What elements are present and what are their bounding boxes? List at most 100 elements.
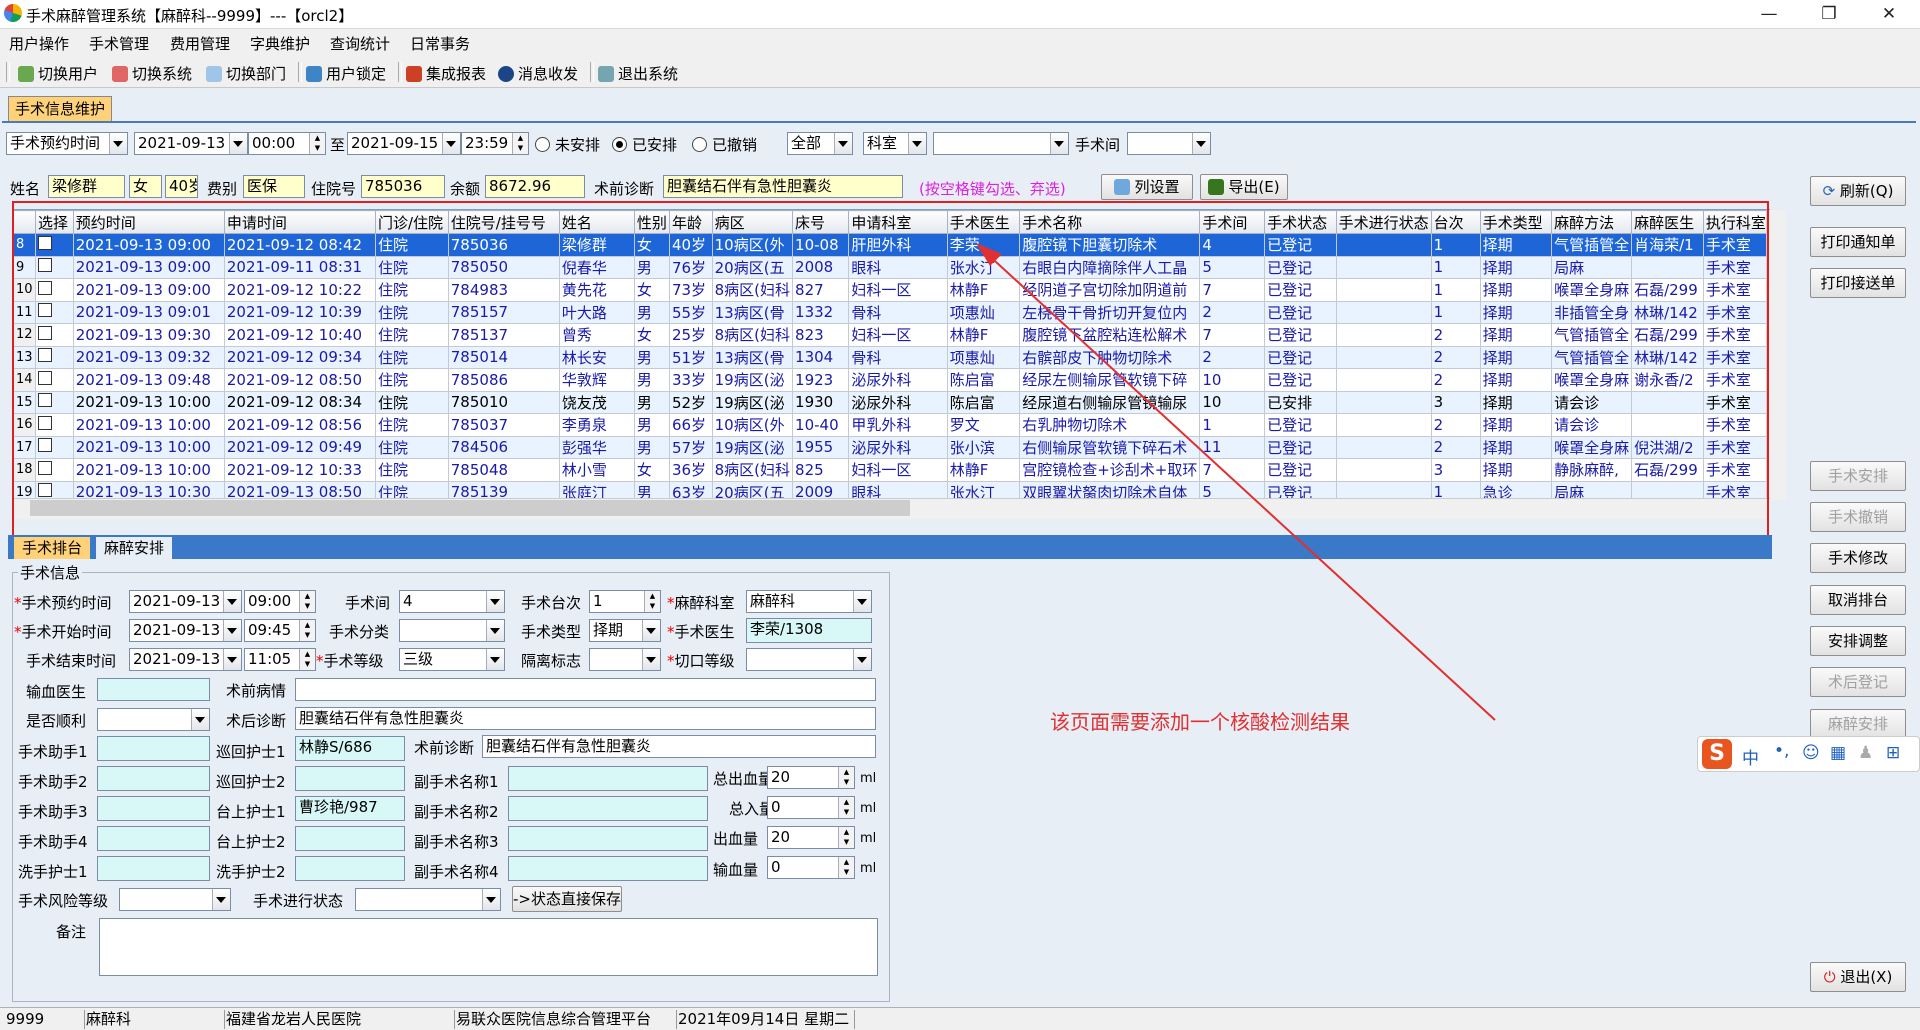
table-nurse1-field[interactable]: 曹珍艳/987 — [295, 796, 405, 821]
date-to-picker[interactable]: 2021-09-15 — [347, 132, 461, 155]
assistant1-field[interactable] — [97, 736, 210, 761]
total-intake-input[interactable]: 0 ▲ ▼ — [767, 796, 855, 819]
scope-select[interactable]: 全部 — [787, 132, 853, 155]
adjust-arrangement-button[interactable]: 安排调整 — [1810, 626, 1906, 656]
end-time-input[interactable]: 11:05 ▲ ▼ — [244, 648, 316, 671]
modify-surgery-button[interactable]: 手术修改 — [1810, 543, 1906, 573]
dept-select[interactable] — [933, 132, 1069, 155]
ime-punctuation-icon[interactable]: •, — [1774, 741, 1789, 761]
dept-type-select[interactable]: 科室 — [863, 132, 927, 155]
cancel-surgery-button[interactable]: 手术撤销 — [1810, 502, 1906, 532]
incision-select[interactable] — [746, 648, 872, 671]
smooth-select[interactable] — [97, 708, 210, 731]
reports-button[interactable]: 集成报表 — [406, 63, 486, 84]
spinner-icon[interactable]: ▲ ▼ — [299, 591, 315, 612]
remark-textarea[interactable] — [99, 918, 878, 976]
ime-user-icon[interactable]: ♟ — [1858, 743, 1873, 763]
switch-dept-button[interactable]: 切换部门 — [206, 63, 286, 84]
arrange-surgery-button[interactable]: 手术安排 — [1810, 461, 1906, 491]
assistant2-field[interactable] — [97, 766, 210, 791]
room-select[interactable]: 4 — [399, 590, 505, 613]
pre-condition-field[interactable] — [295, 678, 876, 701]
assistant3-field[interactable] — [97, 796, 210, 821]
column-settings-button[interactable]: 列设置 — [1101, 174, 1193, 200]
appt-date-picker[interactable]: 2021-09-13 — [129, 590, 242, 613]
radio-unarranged[interactable]: 未安排 — [535, 134, 600, 155]
isolation-select[interactable] — [589, 648, 661, 671]
scrub-nurse2-field[interactable] — [295, 856, 405, 881]
surgeon-field[interactable]: 李荣/1308 — [746, 618, 872, 643]
circulating-nurse2-field[interactable] — [295, 766, 405, 791]
spinner-icon[interactable]: ▲ ▼ — [838, 797, 854, 818]
anesthesia-arrange-button[interactable]: 麻醉安排 — [1810, 709, 1906, 739]
refresh-button[interactable]: ⟳ 刷新(Q) — [1810, 176, 1906, 206]
date-from-picker[interactable]: 2021-09-13 — [134, 132, 248, 155]
print-transfer-button[interactable]: 打印接送单 — [1810, 268, 1906, 298]
radio-arranged[interactable]: 已安排 — [612, 134, 677, 155]
spinner-icon[interactable]: ▲ ▼ — [512, 133, 528, 154]
lock-user-button[interactable]: 用户锁定 — [306, 63, 386, 84]
post-diagnosis-field[interactable]: 胆囊结石伴有急性胆囊炎 — [295, 707, 876, 730]
menu-dict[interactable]: 字典维护 — [250, 33, 310, 54]
radio-cancelled[interactable]: 已撤销 — [692, 134, 757, 155]
risk-level-select[interactable] — [119, 888, 231, 911]
seq-input[interactable]: 1 ▲ ▼ — [589, 590, 661, 613]
total-bleed-input[interactable]: 20 ▲ ▼ — [767, 766, 855, 789]
maximize-button[interactable]: ❐ — [1806, 2, 1852, 26]
tab-surgery-schedule[interactable]: 手术排台 — [14, 537, 91, 559]
time-type-select[interactable]: 手术预约时间 — [6, 132, 128, 155]
export-button[interactable]: 导出(E) — [1200, 174, 1288, 200]
level-select[interactable]: 三级 — [399, 648, 505, 671]
time-to-input[interactable]: 23:59 ▲ ▼ — [461, 132, 529, 155]
spinner-icon[interactable]: ▲ ▼ — [299, 620, 315, 641]
circulating-nurse1-field[interactable]: 林静S/686 — [295, 736, 405, 761]
ime-keyboard-icon[interactable]: ▦ — [1830, 743, 1846, 763]
menu-surgery-mgmt[interactable]: 手术管理 — [89, 33, 149, 54]
menu-query[interactable]: 查询统计 — [330, 33, 390, 54]
menu-daily[interactable]: 日常事务 — [410, 33, 470, 54]
exit-system-button[interactable]: 退出系统 — [598, 63, 678, 84]
transfusion-input[interactable]: 0 ▲ ▼ — [767, 856, 855, 879]
scrub-nurse1-field[interactable] — [97, 856, 210, 881]
ime-emoji-icon[interactable]: ☺ — [1802, 743, 1820, 763]
surgery-pre-diagnosis-field[interactable]: 胆囊结石伴有急性胆囊炎 — [482, 735, 876, 758]
spinner-icon[interactable]: ▲ ▼ — [838, 767, 854, 788]
messages-button[interactable]: 消息收发 — [498, 63, 578, 84]
minimize-button[interactable]: — — [1746, 2, 1792, 26]
vertical-scrollbar[interactable] — [1766, 210, 1786, 500]
switch-user-button[interactable]: 切换用户 — [18, 63, 98, 84]
spinner-icon[interactable]: ▲ ▼ — [309, 133, 325, 154]
class-select[interactable] — [399, 619, 505, 642]
spinner-icon[interactable]: ▲ ▼ — [644, 591, 660, 612]
appt-time-input[interactable]: 09:00 ▲ ▼ — [244, 590, 316, 613]
output-input[interactable]: 20 ▲ ▼ — [767, 826, 855, 849]
spinner-icon[interactable]: ▲ ▼ — [299, 649, 315, 670]
tab-anesthesia-arrange[interactable]: 麻醉安排 — [96, 537, 173, 559]
room-filter-select[interactable] — [1127, 132, 1211, 155]
type-select[interactable]: 择期 — [589, 619, 661, 642]
ime-grid-icon[interactable]: ⊞ — [1886, 743, 1900, 763]
menu-fee-mgmt[interactable]: 费用管理 — [170, 33, 230, 54]
anes-dept-select[interactable]: 麻醉科 — [746, 590, 872, 613]
ime-chinese-mode[interactable]: 中 — [1742, 744, 1759, 769]
tab-surgery-info[interactable]: 手术信息维护 — [8, 96, 112, 121]
spinner-icon[interactable]: ▲ ▼ — [838, 827, 854, 848]
close-button[interactable]: ✕ — [1866, 2, 1912, 26]
post-op-register-button[interactable]: 术后登记 — [1810, 667, 1906, 697]
end-date-picker[interactable]: 2021-09-13 — [129, 648, 242, 671]
save-status-button[interactable]: ->状态直接保存 — [512, 886, 622, 912]
exit-button[interactable]: ⏻ 退出(X) — [1810, 962, 1906, 992]
switch-system-button[interactable]: 切换系统 — [112, 63, 192, 84]
sub-surgery2-field[interactable] — [508, 796, 708, 821]
sub-surgery1-field[interactable] — [508, 766, 708, 791]
assistant4-field[interactable] — [97, 826, 210, 851]
ime-toolbar[interactable]: S 中 •, ☺ ▦ ♟ ⊞ — [1697, 736, 1920, 772]
cancel-schedule-button[interactable]: 取消排台 — [1810, 585, 1906, 615]
print-notice-button[interactable]: 打印通知单 — [1810, 227, 1906, 257]
menu-user-ops[interactable]: 用户操作 — [9, 33, 69, 54]
time-from-input[interactable]: 00:00 ▲ ▼ — [248, 132, 326, 155]
spinner-icon[interactable]: ▲ ▼ — [838, 857, 854, 878]
start-time-input[interactable]: 09:45 ▲ ▼ — [244, 619, 316, 642]
table-nurse2-field[interactable] — [295, 826, 405, 851]
transfusion-doc-field[interactable] — [97, 678, 210, 701]
